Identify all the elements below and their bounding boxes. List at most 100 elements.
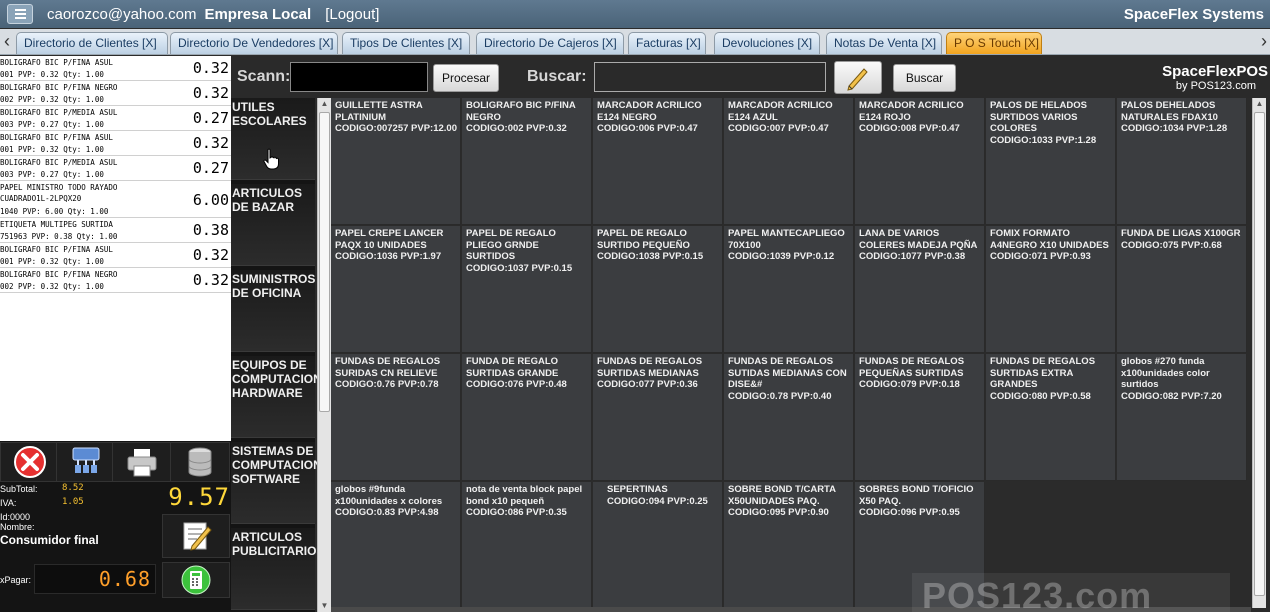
product-code-price: CODIGO:007257 PVP:12.00 bbox=[335, 123, 457, 134]
receipt-list: BOLIGRAFO BIC P/FINA ASUL 001 PVP: 0.32 … bbox=[0, 56, 231, 441]
brand-title: SpaceFlex Systems bbox=[1123, 5, 1264, 23]
receipt-line[interactable]: BOLIGRAFO BIC P/FINA NEGRO 002 PVP: 0.32… bbox=[0, 268, 231, 293]
receipt-line-detail: 1040 PVP: 6.00 Qty: 1.00 bbox=[0, 207, 109, 216]
category-articulos-publicitarios[interactable]: ARTICULOS PUBLICITARIOS bbox=[231, 528, 324, 610]
receipt-line[interactable]: BOLIGRAFO BIC P/FINA ASUL 001 PVP: 0.32 … bbox=[0, 243, 231, 268]
brand-logo: SpaceFlexPOS bbox=[1162, 63, 1268, 80]
receipt-line[interactable]: BOLIGRAFO BIC P/MEDIA ASUL 003 PVP: 0.27… bbox=[0, 156, 231, 181]
product-tile[interactable]: FUNDAS DE REGALOS SUTIDAS MEDIANAS CON D… bbox=[724, 354, 854, 481]
product-scroll-thumb[interactable] bbox=[1254, 112, 1265, 596]
receipt-line[interactable]: BOLIGRAFO BIC P/MEDIA ASUL 003 PVP: 0.27… bbox=[0, 106, 231, 131]
logout-link[interactable]: [Logout] bbox=[325, 6, 379, 23]
product-tile[interactable]: FOMIX FORMATO A4NEGRO X10 UNIDADES CODIGO… bbox=[986, 226, 1116, 353]
scroll-up-icon[interactable]: ▲ bbox=[1253, 98, 1266, 110]
product-tile[interactable]: FUNDA DE REGALO SURTIDAS GRANDE CODIGO:07… bbox=[462, 354, 592, 481]
product-tile[interactable]: PAPEL CREPE LANCER PAQX 10 UNIDADES CODIG… bbox=[331, 226, 461, 353]
category-list: UTILES ESCOLARES ARTICULOS DE BAZAR SUMI… bbox=[231, 98, 324, 612]
product-tile[interactable]: globos #270 funda x100unidades color sur… bbox=[1117, 354, 1247, 481]
receipt-line[interactable]: PAPEL MINISTRO TODO RAYADO CUADRADO1L-2L… bbox=[0, 181, 231, 218]
pencil-icon bbox=[847, 67, 868, 91]
product-code-price: CODIGO:1034 PVP:1.28 bbox=[1121, 123, 1228, 134]
product-code-price: CODIGO:086 PVP:0.35 bbox=[466, 507, 567, 518]
totals-panel: SubTotal: 8.52 IVA: 1.05 9.57 Id:0000 No… bbox=[0, 441, 231, 612]
product-tile[interactable]: SEPERTINAS CODIGO:094 PVP:0.25 bbox=[593, 482, 723, 609]
product-code-price: CODIGO:080 PVP:0.58 bbox=[990, 390, 1091, 402]
product-tile[interactable]: MARCADOR ACRILICO E124 ROJO CODIGO:008 PV… bbox=[855, 98, 985, 225]
tab-notas-venta[interactable]: Notas De Venta [X] bbox=[826, 32, 942, 54]
receipt-line-description: BOLIGRAFO BIC P/FINA ASUL bbox=[0, 245, 113, 254]
product-tile[interactable]: MARCADOR ACRILICO E124 AZUL CODIGO:007 PV… bbox=[724, 98, 854, 225]
product-tile[interactable]: FUNDAS DE REGALOS SURTIDAS EXTRA GRANDES… bbox=[986, 354, 1116, 481]
database-button[interactable] bbox=[170, 442, 230, 482]
notes-button[interactable] bbox=[834, 61, 882, 94]
product-code-price: CODIGO:096 PVP:0.95 bbox=[859, 507, 960, 518]
product-tile[interactable]: GUILLETTE ASTRA PLATINIUM CODIGO:007257 P… bbox=[331, 98, 461, 225]
receipt-line[interactable]: BOLIGRAFO BIC P/FINA ASUL 001 PVP: 0.32 … bbox=[0, 56, 231, 81]
product-tile[interactable]: nota de venta block papel bond x10 peque… bbox=[462, 482, 592, 609]
brand-tagline: by POS123.com bbox=[1175, 80, 1256, 92]
tab-directorio-cajeros[interactable]: Directorio De Cajeros [X] bbox=[476, 32, 624, 54]
receipt-line-description: BOLIGRAFO BIC P/FINA ASUL bbox=[0, 58, 113, 67]
receipt-line-amount: 0.32 bbox=[192, 246, 229, 264]
client-name-label: Nombre: bbox=[0, 522, 35, 532]
tab-directorio-vendedores[interactable]: Directorio De Vendedores [X] bbox=[170, 32, 338, 54]
category-articulos-bazar[interactable]: ARTICULOS DE BAZAR bbox=[231, 184, 315, 266]
category-sistemas-software[interactable]: SISTEMAS DE COMPUTACION SOFTWARE bbox=[231, 442, 322, 524]
product-tile[interactable]: BOLIGRAFO BIC P/FINA NEGRO CODIGO:002 PVP… bbox=[462, 98, 592, 225]
search-input[interactable] bbox=[594, 62, 826, 92]
product-tile[interactable]: FUNDAS DE REGALOS SURTIDAS MEDIANAS CODIG… bbox=[593, 354, 723, 481]
search-label: Buscar: bbox=[527, 68, 587, 85]
cancel-icon bbox=[14, 446, 46, 478]
scroll-up-icon[interactable]: ▲ bbox=[318, 98, 331, 110]
product-tile[interactable]: FUNDAS DE REGALOS SURIDAS CN RELIEVE CODI… bbox=[331, 354, 461, 481]
receipt-line-detail: 751963 PVP: 0.38 Qty: 1.00 bbox=[0, 232, 118, 241]
product-tile[interactable]: LANA DE VARIOS COLERES MADEJA PQÑA CODIGO… bbox=[855, 226, 985, 353]
process-button[interactable]: Procesar bbox=[433, 64, 499, 92]
category-equipos-hardware[interactable]: EQUIPOS DE COMPUTACION HARDWARE bbox=[231, 356, 322, 438]
category-suministros-oficina[interactable]: SUMINISTROS DE OFICINA bbox=[231, 270, 315, 352]
tab-tipos-clientes[interactable]: Tipos De Clientes [X] bbox=[342, 32, 470, 54]
client-name: Consumidor final bbox=[0, 533, 99, 547]
product-tile[interactable]: PAPEL MANTECAPLIEGO 70X100 CODIGO:1039 PV… bbox=[724, 226, 854, 353]
iva-label: IVA: bbox=[0, 498, 17, 508]
search-button[interactable]: Buscar bbox=[893, 64, 956, 92]
receipt-line[interactable]: ETIQUETA MULTIPEG SURTIDA 751963 PVP: 0.… bbox=[0, 218, 231, 243]
product-tile[interactable]: PALOS DE HELADOS SURTIDOS VARIOS COLORES… bbox=[986, 98, 1116, 225]
category-scroll-thumb[interactable] bbox=[319, 112, 330, 412]
product-tile[interactable]: PAPEL DE REGALO SURTIDO PEQUEÑO CODIGO:10… bbox=[593, 226, 723, 353]
receipt-line[interactable]: BOLIGRAFO BIC P/FINA NEGRO 002 PVP: 0.32… bbox=[0, 81, 231, 106]
subtotal-label: SubTotal: bbox=[0, 484, 38, 494]
receipt-line-amount: 0.32 bbox=[192, 271, 229, 289]
product-code-price: CODIGO:071 PVP:0.93 bbox=[990, 251, 1091, 262]
menu-icon[interactable] bbox=[7, 4, 33, 24]
category-scrollbar[interactable]: ▲ ▼ bbox=[317, 98, 331, 612]
product-code-price: CODIGO:008 PVP:0.47 bbox=[859, 123, 960, 134]
product-code-price: CODIGO:095 PVP:0.90 bbox=[728, 507, 829, 518]
scroll-down-icon[interactable]: ▼ bbox=[318, 600, 331, 612]
calculator-button[interactable] bbox=[162, 562, 230, 598]
receipt-line[interactable]: BOLIGRAFO BIC P/FINA ASUL 001 PVP: 0.32 … bbox=[0, 131, 231, 156]
scan-input[interactable] bbox=[290, 62, 428, 92]
tab-pos-touch[interactable]: P O S Touch [X] bbox=[946, 32, 1042, 54]
tab-scroll-left-icon[interactable]: ‹ bbox=[0, 32, 14, 52]
network-button[interactable] bbox=[56, 442, 116, 482]
product-scrollbar[interactable]: ▲ bbox=[1252, 98, 1266, 608]
tab-facturas[interactable]: Facturas [X] bbox=[628, 32, 706, 54]
tab-directorio-clientes[interactable]: Directorio de Clientes [X] bbox=[16, 32, 168, 54]
product-tile[interactable]: globos #9funda x100unidades x colores COD… bbox=[331, 482, 461, 609]
product-tile[interactable]: SOBRE BOND T/CARTA X50UNIDADES PAQ. CODIG… bbox=[724, 482, 854, 609]
product-tile[interactable]: PALOS DEHELADOS NATURALES FDAX10 CODIGO:1… bbox=[1117, 98, 1247, 225]
product-tile[interactable]: FUNDAS DE REGALOS PEQUEÑAS SURTIDAS CODIG… bbox=[855, 354, 985, 481]
product-tile[interactable]: MARCADOR ACRILICO E124 NEGRO CODIGO:006 P… bbox=[593, 98, 723, 225]
product-tile[interactable]: FUNDA DE LIGAS X100GR CODIGO:075 PVP:0.68 bbox=[1117, 226, 1247, 353]
product-name: FUNDAS DE REGALOS PEQUEÑAS SURTIDAS bbox=[859, 356, 965, 379]
watermark: POS123.com bbox=[912, 573, 1230, 612]
product-grid: GUILLETTE ASTRA PLATINIUM CODIGO:007257 P… bbox=[331, 98, 1251, 609]
tab-devoluciones[interactable]: Devoluciones [X] bbox=[714, 32, 820, 54]
tab-scroll-right-icon[interactable]: › bbox=[1258, 32, 1270, 52]
product-tile[interactable]: PAPEL DE REGALO PLIEGO GRNDE SURTIDOS COD… bbox=[462, 226, 592, 353]
print-button[interactable] bbox=[112, 442, 172, 482]
cancel-sale-button[interactable] bbox=[0, 442, 60, 482]
edit-client-button[interactable] bbox=[162, 514, 230, 558]
total-value: 9.57 bbox=[168, 483, 230, 511]
